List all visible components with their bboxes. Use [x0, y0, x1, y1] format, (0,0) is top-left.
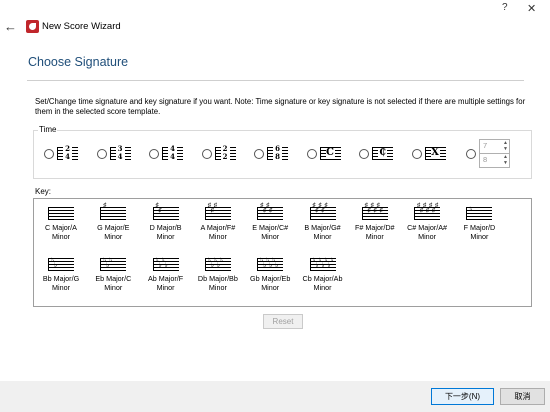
time-radio-7[interactable] — [411, 149, 422, 159]
key-option[interactable]: ♯ ♯ D Major/B Minor — [140, 202, 192, 241]
key-option-label: D Major/B — [149, 223, 182, 232]
key-option-mode: Minor — [365, 232, 384, 241]
key-option-mode: Minor — [156, 232, 175, 241]
custom-time-bottom-stepper[interactable]: 8 ▲ ▼ — [479, 153, 510, 168]
custom-time-top-stepper[interactable]: 7 ▲ ▼ — [479, 139, 510, 154]
key-option-label: Gb Major/Eb — [250, 274, 291, 283]
key-option-label: A Major/F# — [200, 223, 236, 232]
key-option-mode: Minor — [104, 283, 123, 292]
page-title: Choose Signature — [28, 55, 129, 69]
time-signature-icon: 22 — [214, 145, 236, 161]
time-signature-icon: 44 — [162, 145, 183, 161]
key-signature-icon: ♭ ♭ ♭ — [100, 256, 127, 271]
key-option-mode: Minor — [418, 232, 437, 241]
key-signature-icon: ♯ ♯ ♯ ♯ — [257, 202, 284, 220]
stepper-arrows-icon[interactable]: ▲ ▼ — [503, 140, 508, 152]
key-option[interactable]: ♭ ♭ ♭ ♭ ♭ Db Major/Bb Minor — [192, 256, 244, 292]
key-signature-icon — [48, 205, 74, 220]
key-signature-icon: ♭ — [466, 205, 493, 220]
time-radio-custom[interactable] — [466, 149, 476, 159]
time-radio-3[interactable] — [201, 149, 212, 159]
reset-button[interactable]: Reset — [263, 314, 303, 329]
key-option-mode: Minor — [52, 232, 70, 241]
key-signature-icon: ♯ ♯ ♯ ♯ ♯ ♯ ♯ — [414, 202, 441, 220]
key-option[interactable]: ♭ ♭ ♭ ♭ Ab Major/F Minor — [140, 256, 192, 292]
key-signature-icon: ♭ ♭ ♭ ♭ ♭ ♭ — [257, 256, 284, 271]
key-option[interactable]: ♯ G Major/E Minor — [87, 202, 139, 241]
time-signature-icon: 68 — [267, 145, 288, 161]
key-option[interactable]: ♯ ♯ ♯ ♯ ♯ ♯ F# Major/D# Minor — [349, 202, 401, 241]
time-signature-icon: 34 — [109, 145, 131, 161]
key-option-mode: Minor — [261, 232, 280, 241]
key-option[interactable]: ♭ ♭ ♭ ♭ ♭ ♭ Gb Major/Eb Minor — [244, 256, 296, 292]
key-option-mode: Minor — [470, 232, 489, 241]
key-option[interactable]: C Major/A Minor — [35, 205, 87, 241]
time-radio-0[interactable] — [44, 149, 54, 159]
key-option-label: Db Major/Bb — [197, 274, 238, 283]
time-signature-icon: C — [319, 145, 341, 161]
page-description: Set/Change time signature and key signat… — [35, 97, 526, 116]
time-radio-2[interactable] — [149, 149, 159, 159]
key-option-mode: Minor — [208, 232, 227, 241]
key-option[interactable]: ♯ ♯ ♯ ♯ E Major/C# Minor — [244, 202, 296, 241]
window-title: New Score Wizard — [42, 21, 121, 32]
key-signature-icon: ♭ ♭ ♭ ♭ ♭ ♭ ♭ — [309, 256, 336, 271]
time-signature-icon: X — [424, 145, 446, 161]
time-radio-4[interactable] — [254, 149, 264, 159]
key-option-label: B Major/G# — [304, 223, 341, 232]
back-arrow-icon[interactable]: ← — [4, 20, 18, 34]
time-radio-6[interactable] — [359, 149, 369, 159]
time-radio-5[interactable] — [306, 149, 317, 159]
app-logo-icon — [26, 20, 39, 33]
key-option[interactable]: ♯ ♯ ♯ ♯ ♯ B Major/G# Minor — [297, 202, 349, 241]
key-option-mode: Minor — [261, 283, 280, 292]
key-group-label: Key: — [34, 187, 53, 196]
key-option-label: G Major/E — [97, 223, 130, 232]
key-option-label: Ab Major/F — [148, 274, 184, 283]
key-option-mode: Minor — [313, 232, 332, 241]
cancel-button[interactable]: 取消 — [500, 388, 545, 405]
key-option[interactable]: ♯ ♯ ♯ A Major/F# Minor — [192, 202, 244, 241]
key-option[interactable]: ♯ ♯ ♯ ♯ ♯ ♯ ♯ C# Major/A# Minor — [401, 202, 453, 241]
key-option-label: C Major/A — [45, 223, 77, 232]
key-option-label: Bb Major/G — [42, 274, 80, 283]
key-option-mode: Minor — [208, 283, 227, 292]
key-option[interactable]: ♭ F Major/D Minor — [453, 205, 505, 241]
time-signature-icon: ₵ — [372, 145, 393, 161]
key-option-label: E Major/C# — [252, 223, 289, 232]
key-option[interactable]: ♭ ♭ ♭ Eb Major/C Minor — [87, 256, 139, 292]
key-option-mode: Minor — [156, 283, 175, 292]
header-divider — [27, 80, 524, 81]
key-option[interactable]: ♭ ♭ ♭ ♭ ♭ ♭ ♭ Cb Major/Ab Minor — [297, 256, 349, 292]
key-option-label: C# Major/A# — [407, 223, 448, 232]
key-signature-icon: ♯ ♯ — [152, 202, 179, 220]
key-option-label: Eb Major/C — [95, 274, 132, 283]
key-option-label: Cb Major/Ab — [302, 274, 343, 283]
key-option[interactable]: ♭ ♭ Bb Major/G Minor — [35, 256, 87, 292]
key-signature-icon: ♭ ♭ — [48, 256, 74, 271]
close-icon[interactable]: ✕ — [527, 2, 536, 15]
key-signature-icon: ♯ ♯ ♯ — [204, 202, 231, 220]
next-button[interactable]: 下一步(N) — [431, 388, 494, 405]
key-signature-icon: ♯ ♯ ♯ ♯ ♯ ♯ — [361, 202, 388, 220]
key-option-mode: Minor — [313, 283, 332, 292]
time-radio-1[interactable] — [96, 149, 107, 159]
stepper-arrows-icon[interactable]: ▲ ▼ — [503, 154, 508, 166]
key-option-label: F# Major/D# — [355, 223, 395, 232]
time-group-label: Time — [38, 125, 58, 134]
custom-time-top-value: 7 — [483, 141, 488, 150]
key-option-label: F Major/D — [463, 223, 496, 232]
help-icon[interactable]: ? — [502, 2, 508, 13]
key-option-mode: Minor — [104, 232, 123, 241]
key-signature-icon: ♯ — [100, 202, 127, 220]
time-signature-icon: 24 — [57, 145, 78, 161]
key-signature-icon: ♯ ♯ ♯ ♯ ♯ — [309, 202, 336, 220]
custom-time-bottom-value: 8 — [483, 155, 488, 164]
key-option-mode: Minor — [52, 283, 70, 292]
key-signature-icon: ♭ ♭ ♭ ♭ — [152, 256, 179, 271]
key-signature-icon: ♭ ♭ ♭ ♭ ♭ — [204, 256, 231, 271]
